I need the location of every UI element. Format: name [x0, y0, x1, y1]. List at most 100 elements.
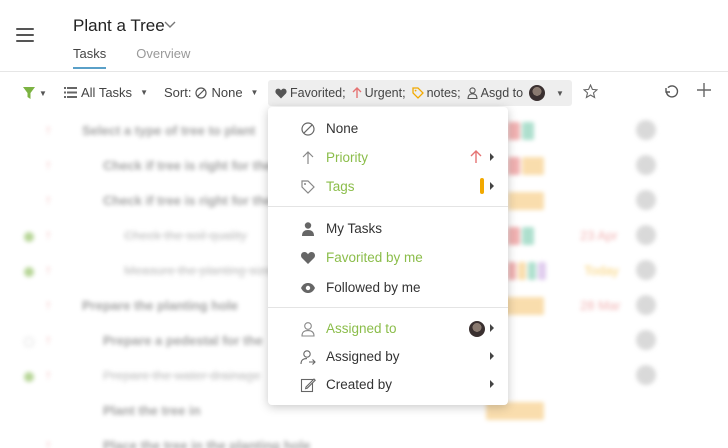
tag-strip: [508, 262, 546, 280]
header: Plant a Tree Tasks Overview: [0, 0, 728, 72]
menu-item-none[interactable]: None: [268, 116, 508, 142]
filter-notes: notes;: [426, 86, 461, 100]
filter-favorited: Favorited;: [290, 86, 346, 100]
due-date: Today: [584, 263, 619, 278]
submenu-arrow-icon: [490, 182, 494, 190]
menu-icon[interactable]: [16, 28, 34, 42]
menu-item-label: Assigned by: [326, 349, 400, 364]
avatar: [636, 365, 656, 385]
tab-tasks[interactable]: Tasks: [73, 46, 107, 69]
task-title: Place the tree in the planting hole: [103, 438, 311, 448]
divider: [268, 307, 508, 308]
filter-icon: [23, 87, 35, 99]
arrow-up-icon: [352, 87, 362, 98]
eye-icon: [301, 283, 315, 293]
menu-item-label: Tags: [326, 179, 355, 194]
due-date: 23 Apr: [580, 228, 618, 243]
arrow-up-icon: [302, 151, 314, 164]
status-dot: [24, 267, 34, 277]
arrow-up-icon: ↑: [45, 367, 52, 382]
tag-strip: [508, 192, 544, 210]
filter-button[interactable]: ▼: [22, 86, 47, 100]
table-row[interactable]: ↑ Place the tree in the planting hole: [0, 429, 728, 448]
star-icon[interactable]: [582, 83, 599, 104]
filter-urgent: Urgent;: [364, 86, 406, 100]
none-icon: [195, 86, 208, 99]
avatar: [636, 155, 656, 175]
task-title: Prepare a pedestal for the: [103, 333, 263, 348]
menu-item-label: My Tasks: [326, 221, 383, 236]
menu-item-label: Created by: [326, 377, 393, 392]
menu-item-label: Favorited by me: [326, 250, 423, 265]
avatar: [469, 321, 485, 337]
menu-item-followed-by-me[interactable]: Followed by me: [268, 275, 508, 301]
task-title: Select a type of tree to plant: [82, 123, 256, 138]
menu-item-label: Followed by me: [326, 280, 421, 295]
menu-item-my-tasks[interactable]: My Tasks: [268, 216, 508, 242]
arrow-up-icon: ↑: [45, 227, 52, 242]
caret-down-icon: ▼: [556, 88, 564, 98]
chevron-down-icon[interactable]: [164, 18, 176, 32]
tag-color-indicator: [480, 178, 484, 194]
menu-item-assigned-by[interactable]: Assigned by: [268, 344, 508, 370]
sort-label: Sort:: [164, 85, 192, 100]
active-filters-chip[interactable]: Favorited; Urgent; notes; Asgd to ▼: [268, 80, 572, 106]
tag-icon: [411, 87, 424, 99]
avatar: [636, 295, 656, 315]
view-label: All Tasks: [81, 85, 133, 100]
tag-icon: [301, 180, 315, 194]
none-icon: [301, 122, 315, 136]
menu-item-assigned-to[interactable]: Assigned to: [268, 316, 508, 342]
caret-down-icon: ▼: [39, 88, 47, 98]
menu-item-label: None: [326, 121, 359, 136]
heart-icon: [301, 252, 315, 264]
menu-item-label: Assigned to: [326, 321, 397, 336]
tab-overview[interactable]: Overview: [136, 46, 190, 69]
task-title: Plant the tree in: [103, 403, 201, 418]
divider: [268, 206, 508, 207]
avatar: [636, 120, 656, 140]
avatar: [636, 190, 656, 210]
task-title: Check if tree is right for the: [103, 193, 273, 208]
status-dot: [24, 337, 34, 347]
menu-item-created-by[interactable]: Created by: [268, 372, 508, 398]
add-icon[interactable]: [696, 81, 712, 104]
view-selector[interactable]: All Tasks ▼: [64, 85, 148, 100]
caret-down-icon: ▼: [250, 88, 259, 97]
task-title: Measure the planting size: [124, 263, 273, 278]
submenu-arrow-icon: [490, 352, 494, 360]
undo-icon[interactable]: [663, 84, 679, 105]
status-dot: [24, 232, 34, 242]
task-title: Check the soil quality: [124, 228, 247, 243]
project-title[interactable]: Plant a Tree: [73, 16, 165, 36]
submenu-arrow-icon: [490, 153, 494, 161]
tag-strip: [508, 227, 534, 245]
edit-icon: [300, 378, 316, 393]
menu-item-priority[interactable]: Priority: [268, 145, 508, 171]
tag-strip: [508, 157, 544, 175]
arrow-up-icon: ↑: [45, 437, 52, 448]
sort-selector[interactable]: Sort: None ▼: [164, 85, 258, 100]
avatar: [529, 85, 546, 101]
person-icon: [302, 222, 314, 236]
arrow-up-icon: ↑: [45, 332, 52, 347]
task-title: Prepare the planting hole: [82, 298, 239, 313]
arrow-up-icon: ↑: [45, 297, 52, 312]
heart-icon: [275, 88, 287, 98]
arrow-up-icon: ↑: [45, 192, 52, 207]
due-date: 28 Mar: [580, 298, 621, 313]
tag-strip: [508, 122, 534, 140]
urgent-arrow-icon: [470, 150, 482, 163]
submenu-arrow-icon: [490, 324, 494, 332]
arrow-up-icon: ↑: [45, 157, 52, 172]
filter-dropdown-menu: None Priority Tags My Tasks Favorited by…: [268, 107, 508, 405]
person-outline-icon: [301, 322, 315, 337]
filter-assigned: Asgd to: [480, 86, 524, 100]
menu-item-tags[interactable]: Tags: [268, 174, 508, 200]
menu-item-label: Priority: [326, 150, 369, 165]
menu-item-favorited-by-me[interactable]: Favorited by me: [268, 245, 508, 271]
arrow-up-icon: ↑: [45, 122, 52, 137]
avatar: [636, 260, 656, 280]
sort-value: None: [211, 85, 243, 100]
status-dot: [24, 372, 34, 382]
